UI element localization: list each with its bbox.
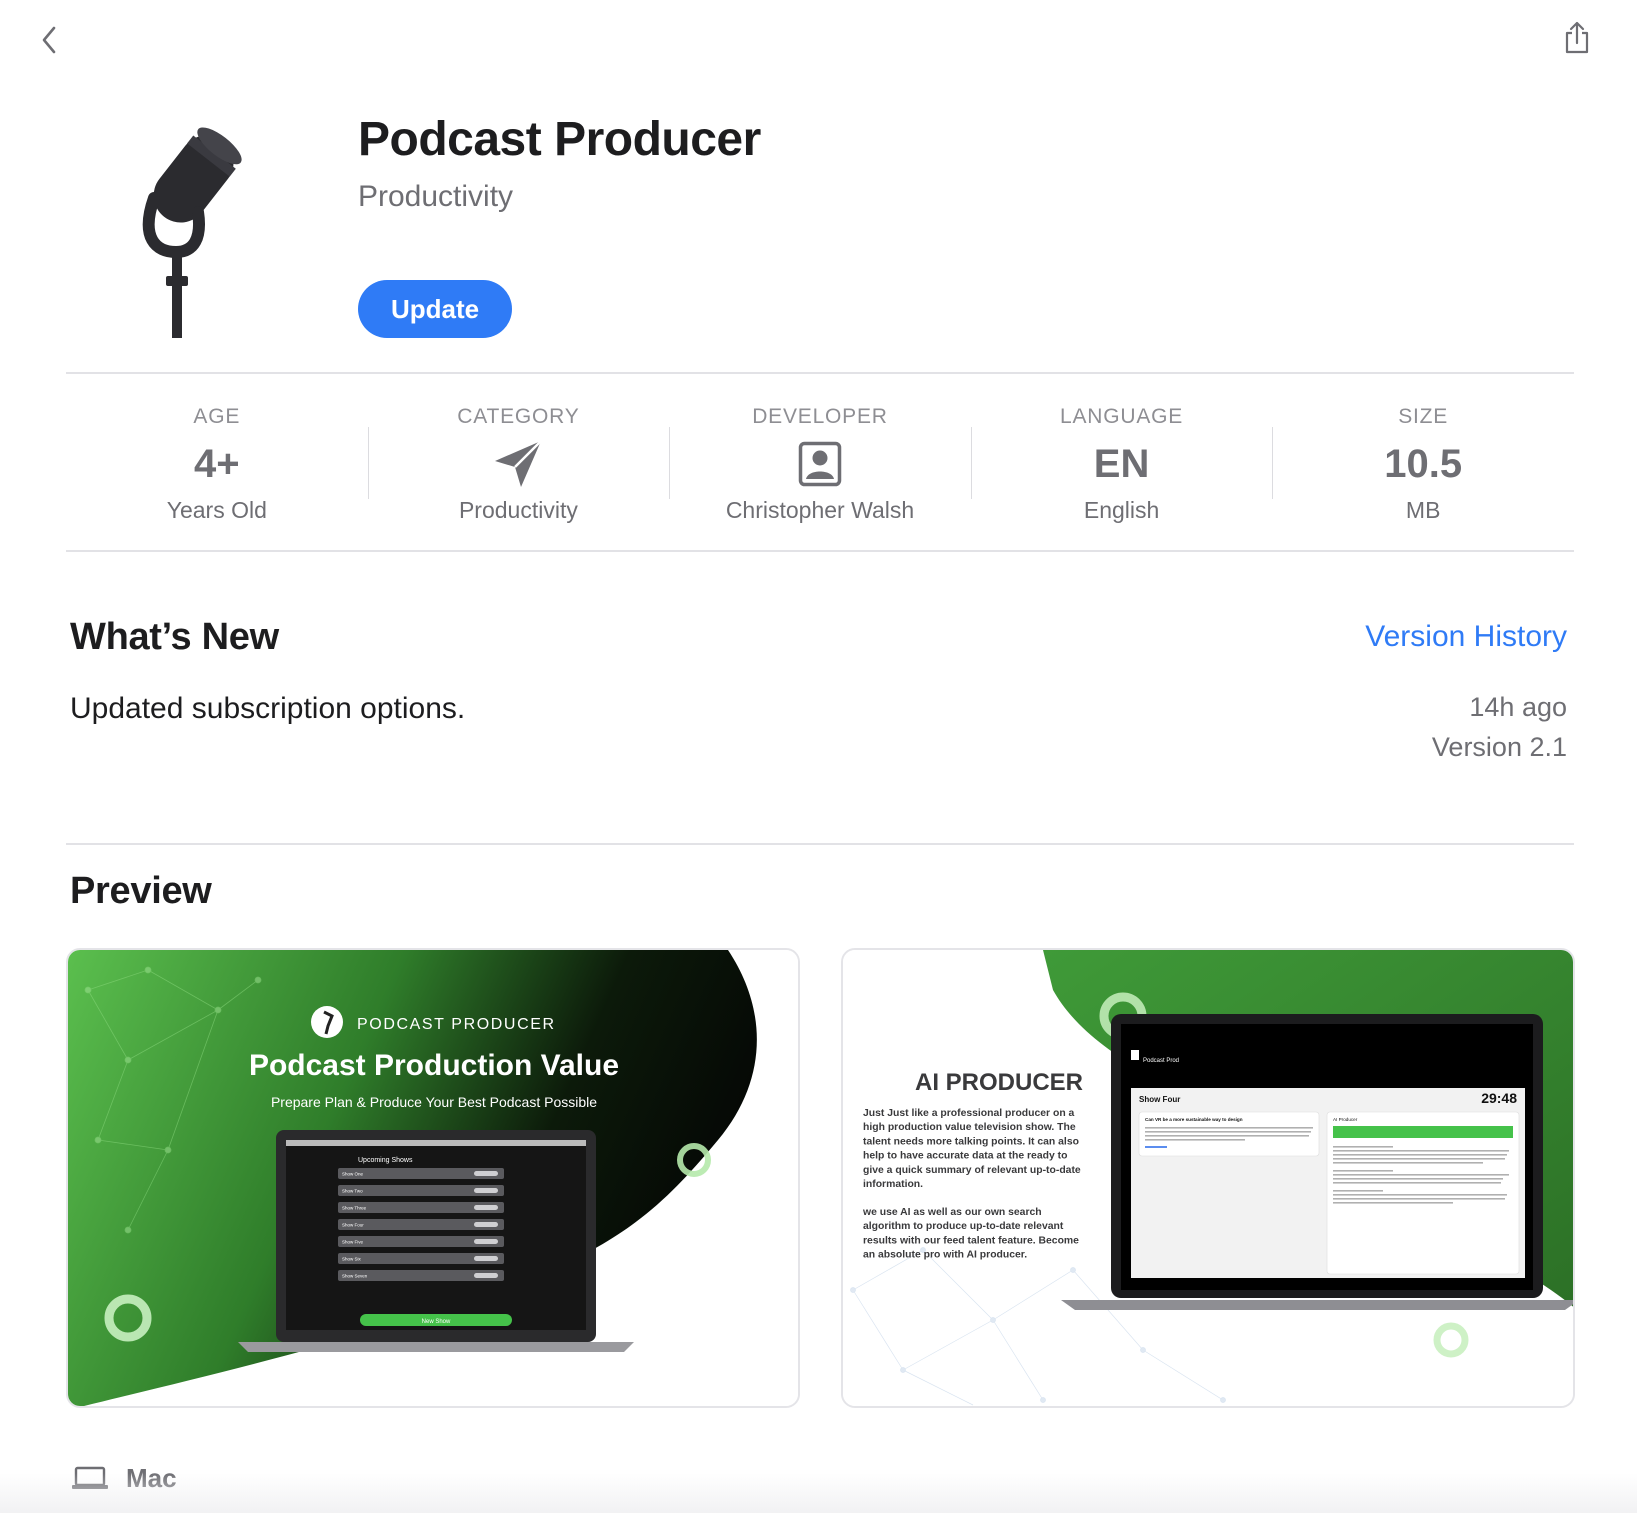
info-age-sub: Years Old <box>166 497 267 523</box>
shot2-body-line: high production value television show. T… <box>863 1122 1076 1133</box>
info-developer-value <box>669 439 971 489</box>
shot1-tagline: Prepare Plan & Produce Your Best Podcast… <box>271 1094 597 1110</box>
app-title: Podcast Producer <box>358 113 761 166</box>
divider <box>66 843 1574 845</box>
shot1-brand: PODCAST PRODUCER <box>357 1016 556 1033</box>
info-age-value: 4+ <box>193 441 240 486</box>
chevron-left-icon <box>42 26 56 54</box>
release-age: 14h ago <box>1469 692 1567 722</box>
info-category[interactable]: CATEGORY Productivity <box>367 375 670 550</box>
shot2-body-line: we use AI as well as our own search <box>862 1207 1042 1218</box>
shot1-show-label: Show Three <box>342 1206 367 1211</box>
bottom-fade <box>0 1473 1637 1513</box>
info-category-sub: Productivity <box>458 497 578 523</box>
info-developer[interactable]: DEVELOPER Christopher Walsh <box>669 375 971 550</box>
version-number: Version 2.1 <box>1431 732 1567 762</box>
preview-graphic-1: PODCAST PRODUCER Podcast Production Valu… <box>68 950 798 1406</box>
shot2-screen-app: Podcast Prod <box>1143 1058 1179 1064</box>
shot1-show-label: Show Two <box>342 1189 363 1194</box>
info-language: LANGUAGE EN English <box>970 375 1273 550</box>
shot1-list-title: Upcoming Shows <box>358 1157 413 1164</box>
info-language-sub: English <box>1083 497 1160 523</box>
person-icon <box>798 441 842 487</box>
shot2-body-line: help to have accurate data at the ready … <box>863 1151 1067 1162</box>
share-button[interactable] <box>1560 20 1594 56</box>
shot2-card-right-title: AI Producer <box>1333 1117 1358 1122</box>
shot2-body-line: an absolute pro with AI producer. <box>863 1250 1027 1261</box>
info-developer-header: DEVELOPER <box>752 405 888 428</box>
shot1-show-pill <box>474 1188 498 1193</box>
info-developer-sub: Christopher Walsh <box>725 497 915 523</box>
top-bar <box>0 0 1637 80</box>
info-age: AGE 4+ Years Old <box>66 375 368 550</box>
info-language-value: EN <box>1093 441 1150 486</box>
share-icon <box>1565 21 1589 54</box>
shot1-show-pill <box>474 1273 498 1278</box>
shot2-screen-show: Show Four <box>1139 1095 1180 1104</box>
shot2-body-line: results with our feed talent feature. Be… <box>863 1235 1079 1246</box>
shot1-show-pill <box>474 1171 498 1176</box>
shot1-headline: Podcast Production Value <box>249 1049 619 1082</box>
back-button[interactable] <box>34 22 64 58</box>
shot1-show-label: Show Six <box>342 1257 362 1262</box>
update-button[interactable]: Update <box>358 280 512 338</box>
shot1-show-label: Show One <box>342 1172 364 1177</box>
divider <box>66 372 1574 374</box>
shot1-show-pill <box>474 1239 498 1244</box>
app-category: Productivity <box>358 180 514 213</box>
shot2-body-line: algorithm to produce up-to-date relevant <box>863 1221 1064 1232</box>
shot1-show-label: Show Seven <box>342 1274 368 1279</box>
info-size-sub: MB <box>1405 497 1441 523</box>
info-category-header: CATEGORY <box>457 405 580 428</box>
info-size-value: 10.5 <box>1384 441 1463 486</box>
shot2-body-line: give a quick summary of relevant up-to-d… <box>863 1165 1081 1176</box>
version-history-link[interactable]: Version History <box>1365 620 1567 654</box>
paper-plane-icon <box>495 440 543 487</box>
info-language-header: LANGUAGE <box>1060 405 1184 428</box>
shot1-show-label: Show Four <box>342 1223 364 1228</box>
shot1-show-pill <box>474 1205 498 1210</box>
info-row: AGE 4+ Years Old CATEGORY Productivity D… <box>66 375 1574 550</box>
shot1-new-show: New Show <box>422 1319 451 1325</box>
shot1-show-pill <box>474 1256 498 1261</box>
shot2-body-line: talent needs more talking points. It can… <box>863 1136 1079 1147</box>
shot2-heading: AI PRODUCER <box>915 1069 1083 1096</box>
app-icon <box>110 120 260 340</box>
preview-screenshot-1[interactable]: PODCAST PRODUCER Podcast Production Valu… <box>66 948 800 1408</box>
divider <box>66 550 1574 552</box>
whats-new-text: Updated subscription options. <box>70 692 466 725</box>
preview-title: Preview <box>70 870 212 912</box>
shot2-body-line: information. <box>863 1179 923 1190</box>
shot2-body-line: Just Just like a professional producer o… <box>863 1108 1075 1119</box>
whats-new-title: What’s New <box>70 616 279 658</box>
microphone-icon <box>142 127 242 338</box>
shot2-screen-timer: 29:48 <box>1481 1090 1517 1106</box>
info-age-header: AGE <box>193 405 241 428</box>
info-size: SIZE 10.5 MB <box>1272 375 1574 550</box>
shot1-show-label: Show Five <box>342 1240 364 1245</box>
preview-graphic-2: AI PRODUCER Just Just like a professiona… <box>843 950 1573 1406</box>
info-size-header: SIZE <box>1398 405 1449 428</box>
shot2-card-question: Can VR be a more sustainable way to desi… <box>1145 1117 1243 1122</box>
info-category-value <box>368 439 670 489</box>
preview-screenshot-2[interactable]: AI PRODUCER Just Just like a professiona… <box>841 948 1575 1408</box>
shot1-show-pill <box>474 1222 498 1227</box>
